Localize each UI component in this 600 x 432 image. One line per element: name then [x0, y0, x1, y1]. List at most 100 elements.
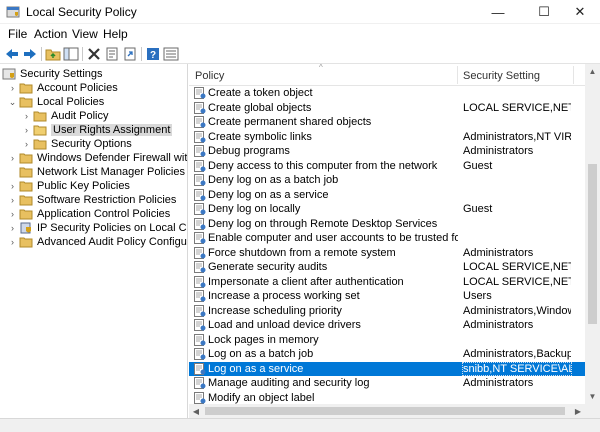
tree-item-user-rights-assignment[interactable]: › User Rights Assignment: [22, 123, 173, 137]
menu-help[interactable]: Help: [103, 27, 128, 41]
toolbar-separator: [41, 47, 42, 61]
scroll-left-arrow-icon[interactable]: ◀: [189, 404, 203, 418]
forward-icon[interactable]: [21, 45, 39, 63]
vertical-scroll-thumb[interactable]: [588, 164, 597, 324]
policy-row[interactable]: Impersonate a client after authenticatio…: [189, 275, 585, 290]
chevron-right-icon[interactable]: ›: [8, 235, 17, 249]
policy-row[interactable]: Create global objects LOCAL SERVICE,NETWO…: [189, 101, 585, 116]
policy-row[interactable]: Deny log on locally Guest: [189, 202, 585, 217]
tree-item-software-restriction[interactable]: › Software Restriction Policies: [8, 193, 176, 207]
policy-setting-icon: [194, 145, 206, 157]
chevron-right-icon[interactable]: ›: [8, 179, 17, 193]
scroll-down-arrow-icon[interactable]: ▼: [585, 389, 600, 404]
policy-setting-icon: [194, 290, 206, 302]
policy-row[interactable]: Deny log on as a batch job: [189, 173, 585, 188]
column-divider[interactable]: [457, 66, 458, 84]
scroll-up-arrow-icon[interactable]: ▲: [585, 64, 600, 79]
back-icon[interactable]: [3, 45, 21, 63]
folder-icon: [19, 180, 33, 192]
chevron-down-icon[interactable]: ⌄: [8, 95, 17, 109]
security-setting-value: LOCAL SERVICE,NETWOR...: [463, 101, 571, 114]
policy-setting-icon: [194, 261, 206, 273]
chevron-right-icon[interactable]: ›: [8, 151, 17, 165]
chevron-right-icon[interactable]: ›: [22, 123, 31, 137]
horizontal-scrollbar[interactable]: ◀ ▶: [189, 404, 585, 418]
delete-icon[interactable]: [85, 45, 103, 63]
column-header-policy[interactable]: Policy: [195, 70, 224, 82]
security-setting-value: Administrators,Backup O...: [463, 348, 571, 361]
policy-name: Force shutdown from a remote system: [208, 246, 396, 259]
policy-setting-icon: [194, 87, 206, 99]
chevron-right-icon[interactable]: ›: [8, 193, 17, 207]
tree-item-network-list-manager[interactable]: Network List Manager Policies: [8, 165, 185, 179]
policy-row[interactable]: Increase scheduling priority Administrato…: [189, 304, 585, 319]
policy-setting-icon: [194, 101, 206, 114]
policy-row[interactable]: Lock pages in memory: [189, 333, 585, 348]
maximize-button[interactable]: ☐: [524, 0, 564, 24]
policy-row[interactable]: Deny log on through Remote Desktop Servi…: [189, 217, 585, 232]
tree-item-application-control[interactable]: › Application Control Policies: [8, 207, 170, 221]
close-button[interactable]: ✕: [560, 0, 600, 24]
policy-setting-icon: [194, 319, 206, 331]
policy-row[interactable]: Create permanent shared objects: [189, 115, 585, 130]
policy-row[interactable]: Create symbolic links Administrators,NT V…: [189, 130, 585, 145]
policy-setting-icon: [194, 217, 206, 230]
policy-row[interactable]: Create a token object: [189, 86, 585, 101]
policy-row[interactable]: Enable computer and user accounts to be …: [189, 231, 585, 246]
policy-name: Debug programs: [208, 145, 290, 158]
tree-item-account-policies[interactable]: › Account Policies: [8, 81, 118, 95]
security-policy-app-icon: [6, 6, 20, 18]
policy-row[interactable]: Force shutdown from a remote system Admin…: [189, 246, 585, 261]
scroll-right-arrow-icon[interactable]: ▶: [571, 404, 585, 418]
policy-row[interactable]: Load and unload device drivers Administra…: [189, 318, 585, 333]
menu-file[interactable]: File: [8, 27, 27, 41]
chevron-right-icon[interactable]: ›: [8, 207, 17, 221]
vertical-scrollbar[interactable]: ▲ ▼: [585, 64, 600, 404]
show-tree-icon[interactable]: [62, 45, 80, 63]
menu-view[interactable]: View: [72, 27, 98, 41]
help-icon[interactable]: ?: [144, 45, 162, 63]
policy-name: Create a token object: [208, 87, 313, 100]
tree-item-windows-defender-firewall[interactable]: › Windows Defender Firewall with Advar: [8, 151, 187, 165]
policy-row[interactable]: Log on as a batch job Administrators,Back…: [189, 347, 585, 362]
minimize-button[interactable]: —: [478, 0, 518, 24]
policy-list-pane: ^ Policy Security Setting Create a token…: [189, 64, 585, 404]
up-folder-icon[interactable]: [44, 45, 62, 63]
properties-icon[interactable]: [103, 45, 121, 63]
chevron-right-icon[interactable]: ›: [22, 109, 31, 123]
column-header-security-setting[interactable]: Security Setting: [463, 70, 540, 82]
policy-row[interactable]: Generate security audits LOCAL SERVICE,NE…: [189, 260, 585, 275]
tree-root-security-settings[interactable]: Security Settings: [2, 67, 103, 81]
policy-row[interactable]: Modify an object label: [189, 391, 585, 405]
column-divider[interactable]: [573, 66, 574, 84]
tree-item-security-options[interactable]: › Security Options: [22, 137, 132, 151]
menu-action[interactable]: Action: [34, 27, 67, 41]
policy-name: Deny log on as a batch job: [208, 174, 339, 187]
folder-icon: [19, 194, 33, 206]
chevron-right-icon[interactable]: ›: [22, 137, 31, 151]
horizontal-scroll-thumb[interactable]: [205, 407, 565, 415]
tree-item-ip-security-policies[interactable]: › IP Security Policies on Local Computer: [8, 221, 187, 235]
policy-row[interactable]: Increase a process working set Users: [189, 289, 585, 304]
export-icon[interactable]: [121, 45, 139, 63]
policy-row[interactable]: Debug programs Administrators: [189, 144, 585, 159]
folder-icon: [19, 166, 33, 178]
policy-name: Generate security audits: [208, 261, 328, 274]
policy-row[interactable]: Deny access to this computer from the ne…: [189, 159, 585, 174]
folder-icon: [33, 110, 47, 122]
tree-label: Local Policies: [37, 96, 105, 108]
tree-item-local-policies[interactable]: ⌄ Local Policies: [8, 95, 105, 109]
tree-item-advanced-audit-policy[interactable]: › Advanced Audit Policy Configuration: [8, 235, 187, 249]
tree-label: Application Control Policies: [37, 208, 171, 220]
policy-row[interactable]: Deny log on as a service: [189, 188, 585, 203]
folder-icon: [19, 208, 33, 220]
ip-security-icon: [19, 222, 33, 234]
policy-row[interactable]: Manage auditing and security log Administ…: [189, 376, 585, 391]
tree-item-audit-policy[interactable]: › Audit Policy: [22, 109, 108, 123]
policy-row[interactable]: Log on as a service snibb,NT SERVICE\ALL …: [189, 361, 585, 376]
chevron-right-icon[interactable]: ›: [8, 221, 17, 235]
chevron-right-icon[interactable]: ›: [8, 81, 17, 95]
details-view-icon[interactable]: [162, 45, 180, 63]
tree-item-public-key-policies[interactable]: › Public Key Policies: [8, 179, 130, 193]
window-title: Local Security Policy: [26, 5, 137, 19]
